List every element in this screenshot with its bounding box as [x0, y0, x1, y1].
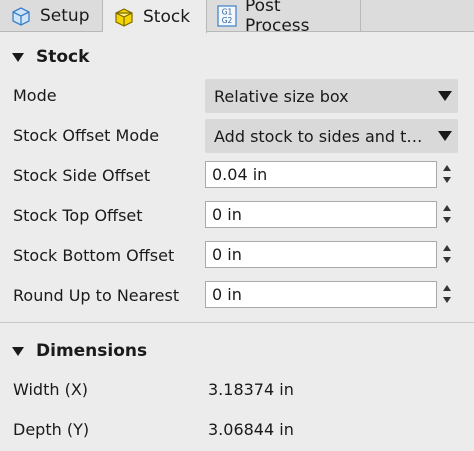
stock-side-offset-row: Stock Side Offset — [0, 157, 474, 197]
stock-top-offset-stepper[interactable] — [439, 201, 458, 228]
stock-bottom-offset-input[interactable] — [205, 241, 437, 268]
collapse-triangle-icon — [12, 52, 24, 62]
stock-bottom-offset-label: Stock Bottom Offset — [13, 246, 175, 265]
stock-side-offset-stepper[interactable] — [439, 161, 458, 188]
tab-bar: Setup Stock G1 G2 Post Process — [0, 0, 474, 36]
stock-offset-mode-value: Add stock to sides and to... — [214, 126, 430, 146]
depth-row: Depth (Y) 3.06844 in — [0, 411, 474, 451]
tab-setup-label: Setup — [40, 6, 90, 26]
stock-section-title: Stock — [36, 47, 90, 67]
stock-section-header[interactable]: Stock — [0, 35, 474, 79]
stepper-down-icon[interactable] — [443, 257, 451, 263]
width-label: Width (X) — [13, 380, 89, 399]
stock-side-offset-label: Stock Side Offset — [13, 166, 151, 185]
stepper-down-icon[interactable] — [443, 217, 451, 223]
dimensions-section-title: Dimensions — [36, 341, 148, 361]
mode-value: Relative size box — [214, 86, 349, 106]
stock-bottom-offset-stepper[interactable] — [439, 241, 458, 268]
svg-text:G2: G2 — [222, 16, 233, 25]
stock-offset-mode-label: Stock Offset Mode — [13, 126, 160, 145]
stock-bottom-offset-row: Stock Bottom Offset — [0, 237, 474, 277]
stock-side-offset-input[interactable] — [205, 161, 437, 188]
stepper-up-icon[interactable] — [443, 205, 451, 211]
stock-cube-icon — [113, 6, 135, 28]
width-value: 3.18374 in — [208, 380, 294, 399]
width-row: Width (X) 3.18374 in — [0, 371, 474, 411]
stock-top-offset-row: Stock Top Offset — [0, 197, 474, 237]
chevron-down-icon — [438, 131, 452, 141]
tab-stock[interactable]: Stock — [103, 0, 207, 33]
mode-label: Mode — [13, 86, 57, 105]
stock-bottom-offset-field — [205, 241, 458, 268]
setup-box-icon — [10, 5, 32, 27]
stepper-down-icon[interactable] — [443, 177, 451, 183]
tab-post-process[interactable]: G1 G2 Post Process — [207, 0, 361, 36]
tab-post-process-label: Post Process — [245, 0, 310, 36]
dimensions-section-header[interactable]: Dimensions — [0, 329, 474, 373]
chevron-down-icon — [438, 91, 452, 101]
g1-g2-icon: G1 G2 — [217, 5, 237, 27]
stock-top-offset-input[interactable] — [205, 201, 437, 228]
section-divider — [0, 322, 474, 323]
round-up-stepper[interactable] — [439, 281, 458, 308]
stepper-down-icon[interactable] — [443, 297, 451, 303]
stock-offset-mode-dropdown[interactable]: Add stock to sides and to... — [205, 119, 458, 153]
stock-top-offset-label: Stock Top Offset — [13, 206, 143, 225]
stepper-up-icon[interactable] — [443, 245, 451, 251]
tab-stock-label: Stock — [143, 6, 191, 27]
depth-value: 3.06844 in — [208, 420, 294, 439]
collapse-triangle-icon — [12, 346, 24, 356]
mode-dropdown[interactable]: Relative size box — [205, 79, 458, 113]
depth-label: Depth (Y) — [13, 420, 90, 439]
tab-setup[interactable]: Setup — [0, 0, 103, 32]
stock-side-offset-field — [205, 161, 458, 188]
round-up-input[interactable] — [205, 281, 437, 308]
stock-top-offset-field — [205, 201, 458, 228]
round-up-row: Round Up to Nearest — [0, 277, 474, 317]
round-up-field — [205, 281, 458, 308]
stepper-up-icon[interactable] — [443, 285, 451, 291]
stock-offset-mode-row: Stock Offset Mode Add stock to sides and… — [0, 117, 474, 157]
mode-row: Mode Relative size box — [0, 77, 474, 117]
round-up-label: Round Up to Nearest — [13, 286, 180, 305]
stepper-up-icon[interactable] — [443, 165, 451, 171]
